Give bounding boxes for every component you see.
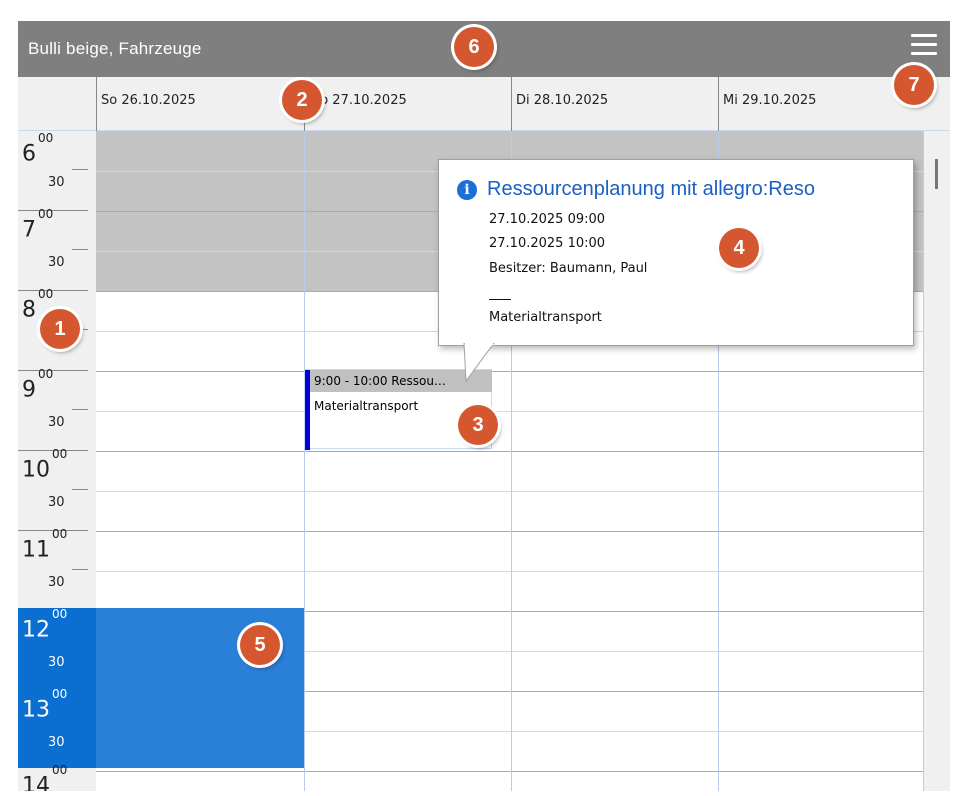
hour-label: 1400: [22, 763, 68, 791]
day-header-monday[interactable]: Mo 27.10.2025: [304, 77, 511, 131]
half-hour-label: 30: [48, 175, 65, 190]
info-icon: i: [457, 180, 477, 200]
hamburger-menu-icon[interactable]: [908, 29, 940, 61]
tooltip-title: Ressourcenplanung mit allegro:Reso: [487, 178, 815, 200]
hour-label: 600: [22, 131, 54, 167]
vertical-scrollbar[interactable]: [924, 131, 950, 791]
calendar-window: Bulli beige, Fahrzeuge So 26.10.2025 Mo …: [18, 21, 950, 791]
callout-badge-1: 1: [40, 309, 80, 349]
hour-label: 1000: [22, 447, 68, 483]
day-header-row: So 26.10.2025 Mo 27.10.2025 Di 28.10.202…: [18, 77, 950, 131]
half-hour-label: 30: [48, 255, 65, 270]
callout-badge-7: 7: [894, 65, 934, 105]
callout-badge-3: 3: [458, 405, 498, 445]
event-tooltip: i Ressourcenplanung mit allegro:Reso 27.…: [438, 159, 914, 346]
tooltip-owner: Besitzer: Baumann, Paul: [489, 261, 648, 276]
callout-badge-5: 5: [240, 625, 280, 665]
callout-badge-6: 6: [454, 27, 494, 67]
tooltip-description: Materialtransport: [489, 310, 602, 325]
hour-label: 1100: [22, 527, 68, 563]
tooltip-start: 27.10.2025 09:00: [489, 212, 606, 227]
hour-label: 1200: [22, 607, 68, 643]
half-hour-label: 30: [48, 415, 65, 430]
day-header-sunday[interactable]: So 26.10.2025: [96, 77, 304, 131]
half-hour-label: 30: [48, 735, 65, 750]
event-description: Materialtransport: [314, 399, 419, 413]
hour-label: 900: [22, 367, 54, 403]
half-hour-label: 30: [48, 575, 65, 590]
callout-badge-4: 4: [719, 228, 759, 268]
window-title: Bulli beige, Fahrzeuge: [28, 39, 202, 58]
tooltip-separator: [489, 299, 511, 300]
tooltip-pointer: [463, 343, 495, 383]
hour-label: 700: [22, 207, 54, 243]
half-hour-label: 30: [48, 495, 65, 510]
half-hour-label: 30: [48, 655, 65, 670]
day-header-tuesday[interactable]: Di 28.10.2025: [511, 77, 718, 131]
callout-badge-2: 2: [282, 80, 322, 120]
scrollbar-thumb[interactable]: [935, 159, 938, 189]
hour-label: 1300: [22, 687, 68, 723]
tooltip-end: 27.10.2025 10:00: [489, 236, 606, 251]
